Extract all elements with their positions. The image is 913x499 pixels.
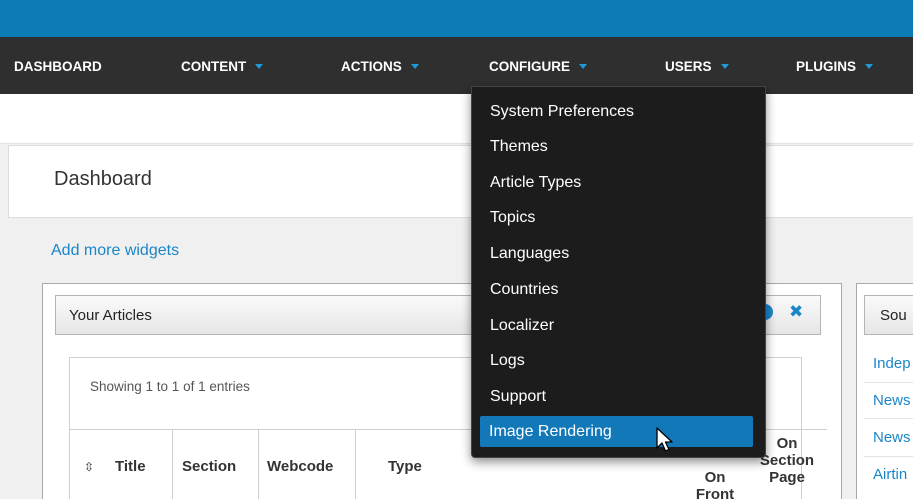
divider xyxy=(864,418,913,419)
column-header-section[interactable]: Section xyxy=(173,430,259,499)
menu-item-support[interactable]: Support xyxy=(490,388,546,406)
column-header-front-page[interactable]: On Front Page xyxy=(685,469,745,499)
menu-item-languages[interactable]: Languages xyxy=(490,245,569,263)
add-widgets-link[interactable]: Add more widgets xyxy=(51,242,179,260)
close-icon[interactable]: ✖ xyxy=(789,302,803,322)
mouse-cursor-icon xyxy=(656,427,673,452)
source-link[interactable]: News xyxy=(873,392,911,409)
source-link[interactable]: Airtin xyxy=(873,466,907,483)
sources-widget-title: Sou xyxy=(880,307,907,324)
sources-widget-header[interactable]: Sou xyxy=(864,295,913,335)
nav-plugins[interactable]: PLUGINS xyxy=(796,37,874,94)
chevron-down-icon xyxy=(720,63,729,69)
articles-widget-title: Your Articles xyxy=(69,307,152,324)
top-brand-bar xyxy=(0,0,913,37)
nav-content[interactable]: CONTENT xyxy=(181,37,264,94)
chevron-down-icon xyxy=(410,63,419,69)
column-header-type[interactable]: Type xyxy=(356,430,471,499)
menu-item-image-rendering[interactable]: Image Rendering xyxy=(480,416,753,447)
nav-actions[interactable]: ACTIONS xyxy=(341,37,419,94)
menu-item-localizer[interactable]: Localizer xyxy=(490,317,554,335)
main-nav-bar: DASHBOARD CONTENT ACTIONS CONFIGURE USER… xyxy=(0,37,913,94)
menu-item-themes[interactable]: Themes xyxy=(490,138,548,156)
page-header: Dashboard xyxy=(8,145,913,218)
divider xyxy=(864,382,913,383)
column-header-webcode[interactable]: Webcode xyxy=(259,430,356,499)
menu-item-countries[interactable]: Countries xyxy=(490,281,558,299)
chevron-down-icon xyxy=(865,63,874,69)
source-link[interactable]: Indep xyxy=(873,355,911,372)
sub-header-strip xyxy=(0,94,913,144)
configure-dropdown-menu: System Preferences Themes Article Types … xyxy=(471,86,766,458)
source-link[interactable]: News xyxy=(873,429,911,446)
menu-item-topics[interactable]: Topics xyxy=(490,209,535,227)
column-header-title[interactable]: ⇳ Title xyxy=(69,430,173,499)
menu-item-article-types[interactable]: Article Types xyxy=(490,174,581,192)
menu-item-logs[interactable]: Logs xyxy=(490,352,525,370)
chevron-down-icon xyxy=(255,63,264,69)
divider xyxy=(864,456,913,457)
menu-item-system-preferences[interactable]: System Preferences xyxy=(490,103,634,121)
nav-dashboard[interactable]: DASHBOARD xyxy=(14,37,102,94)
chevron-down-icon xyxy=(579,63,587,69)
sort-icon: ⇳ xyxy=(84,460,95,474)
table-info: Showing 1 to 1 of 1 entries xyxy=(90,379,250,394)
page-title: Dashboard xyxy=(54,168,152,190)
